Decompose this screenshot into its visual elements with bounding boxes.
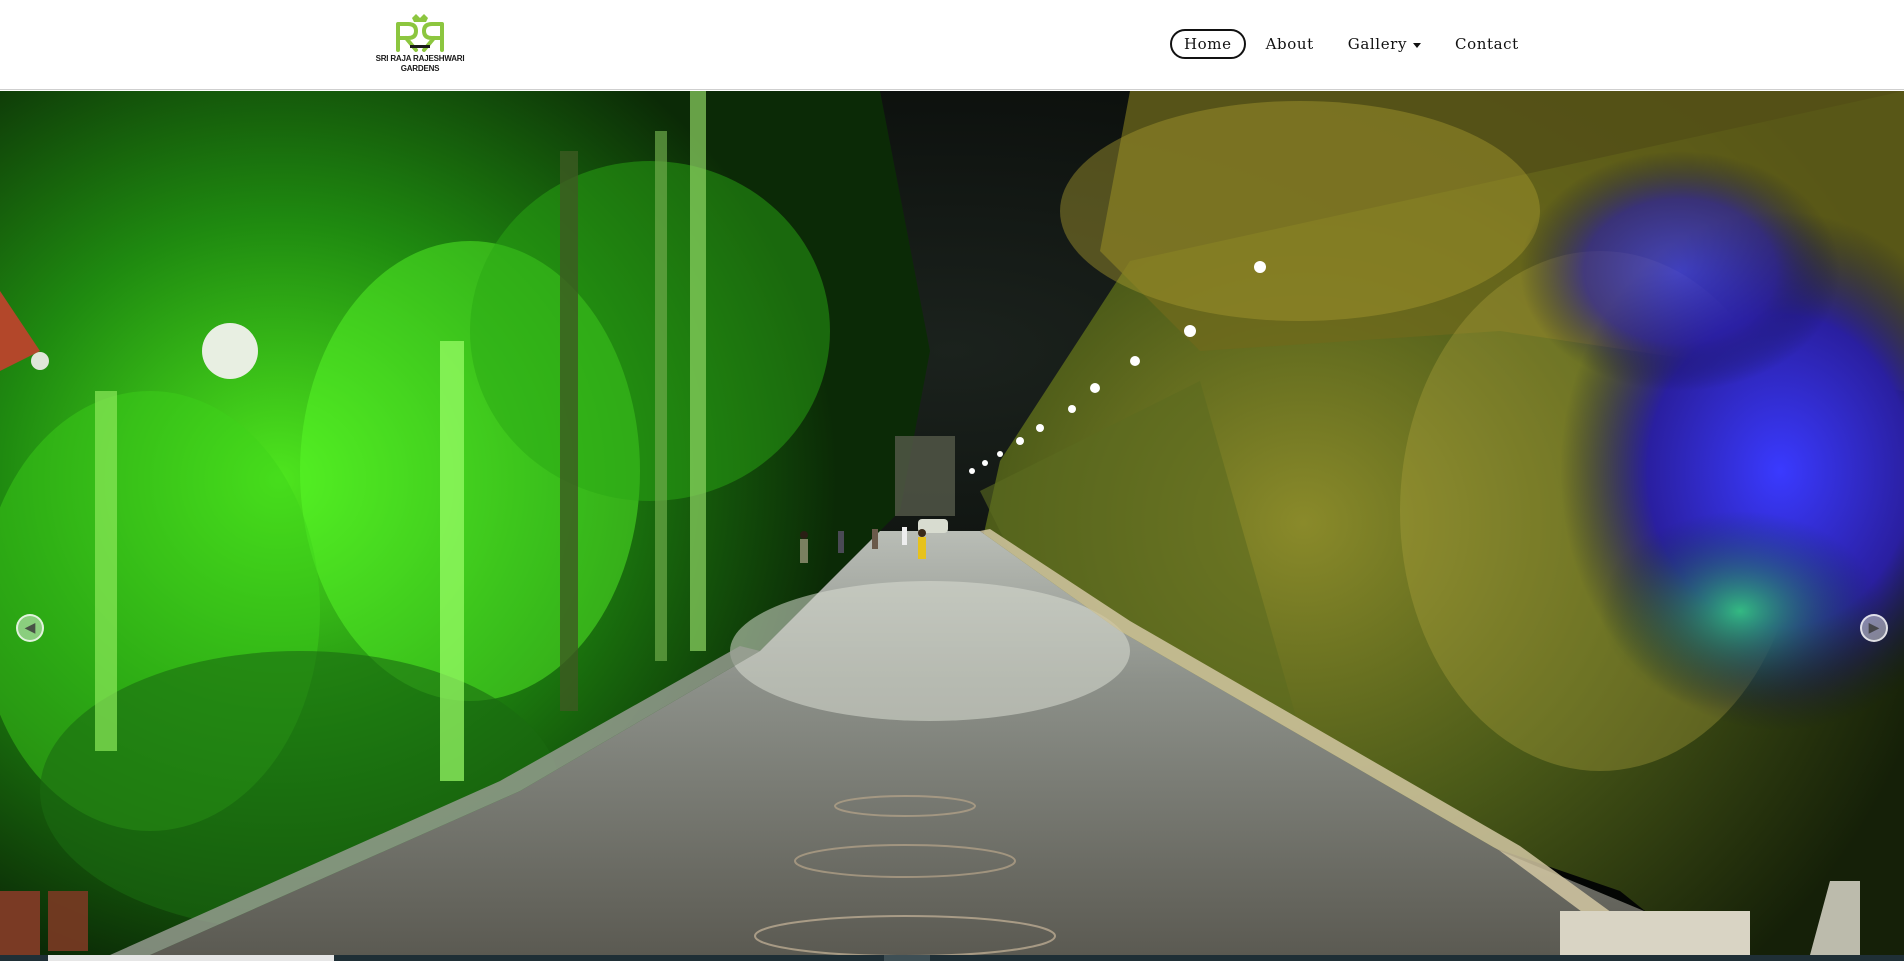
site-header: SRI RAJA RAJESHWARI GARDENS Home About G… xyxy=(0,0,1904,90)
garden-pathway-photo xyxy=(0,91,1904,955)
brand-name-line1: SRI RAJA RAJESHWARI xyxy=(375,54,465,63)
slider-prev-button[interactable]: ◀ xyxy=(16,614,44,642)
main-nav: Home About Gallery Contact xyxy=(1170,29,1533,59)
site-logo[interactable]: SRI RAJA RAJESHWARI GARDENS xyxy=(370,14,470,78)
nav-item-contact[interactable]: Contact xyxy=(1441,29,1533,59)
nav-item-home[interactable]: Home xyxy=(1170,29,1246,59)
crown-monogram-icon xyxy=(396,14,444,52)
slider-next-button[interactable]: ▶ xyxy=(1860,614,1888,642)
nav-item-home-label: Home xyxy=(1184,35,1232,53)
arrow-left-circle-icon: ◀ xyxy=(24,620,36,636)
nav-item-contact-label: Contact xyxy=(1455,35,1519,53)
nav-item-gallery[interactable]: Gallery xyxy=(1334,29,1435,59)
chevron-down-icon xyxy=(1413,42,1422,48)
slider-position-marker[interactable] xyxy=(884,955,930,961)
nav-item-gallery-label: Gallery xyxy=(1347,35,1408,53)
nav-item-about-label: About xyxy=(1265,35,1314,53)
nav-item-about[interactable]: About xyxy=(1252,29,1328,59)
brand-name-line2: GARDENS xyxy=(400,64,440,73)
slider-progress-fill xyxy=(48,955,334,961)
arrow-right-circle-icon: ▶ xyxy=(1868,620,1880,636)
hero-slider: ◀ ▶ xyxy=(0,91,1904,955)
slider-progress-track xyxy=(0,955,1904,961)
